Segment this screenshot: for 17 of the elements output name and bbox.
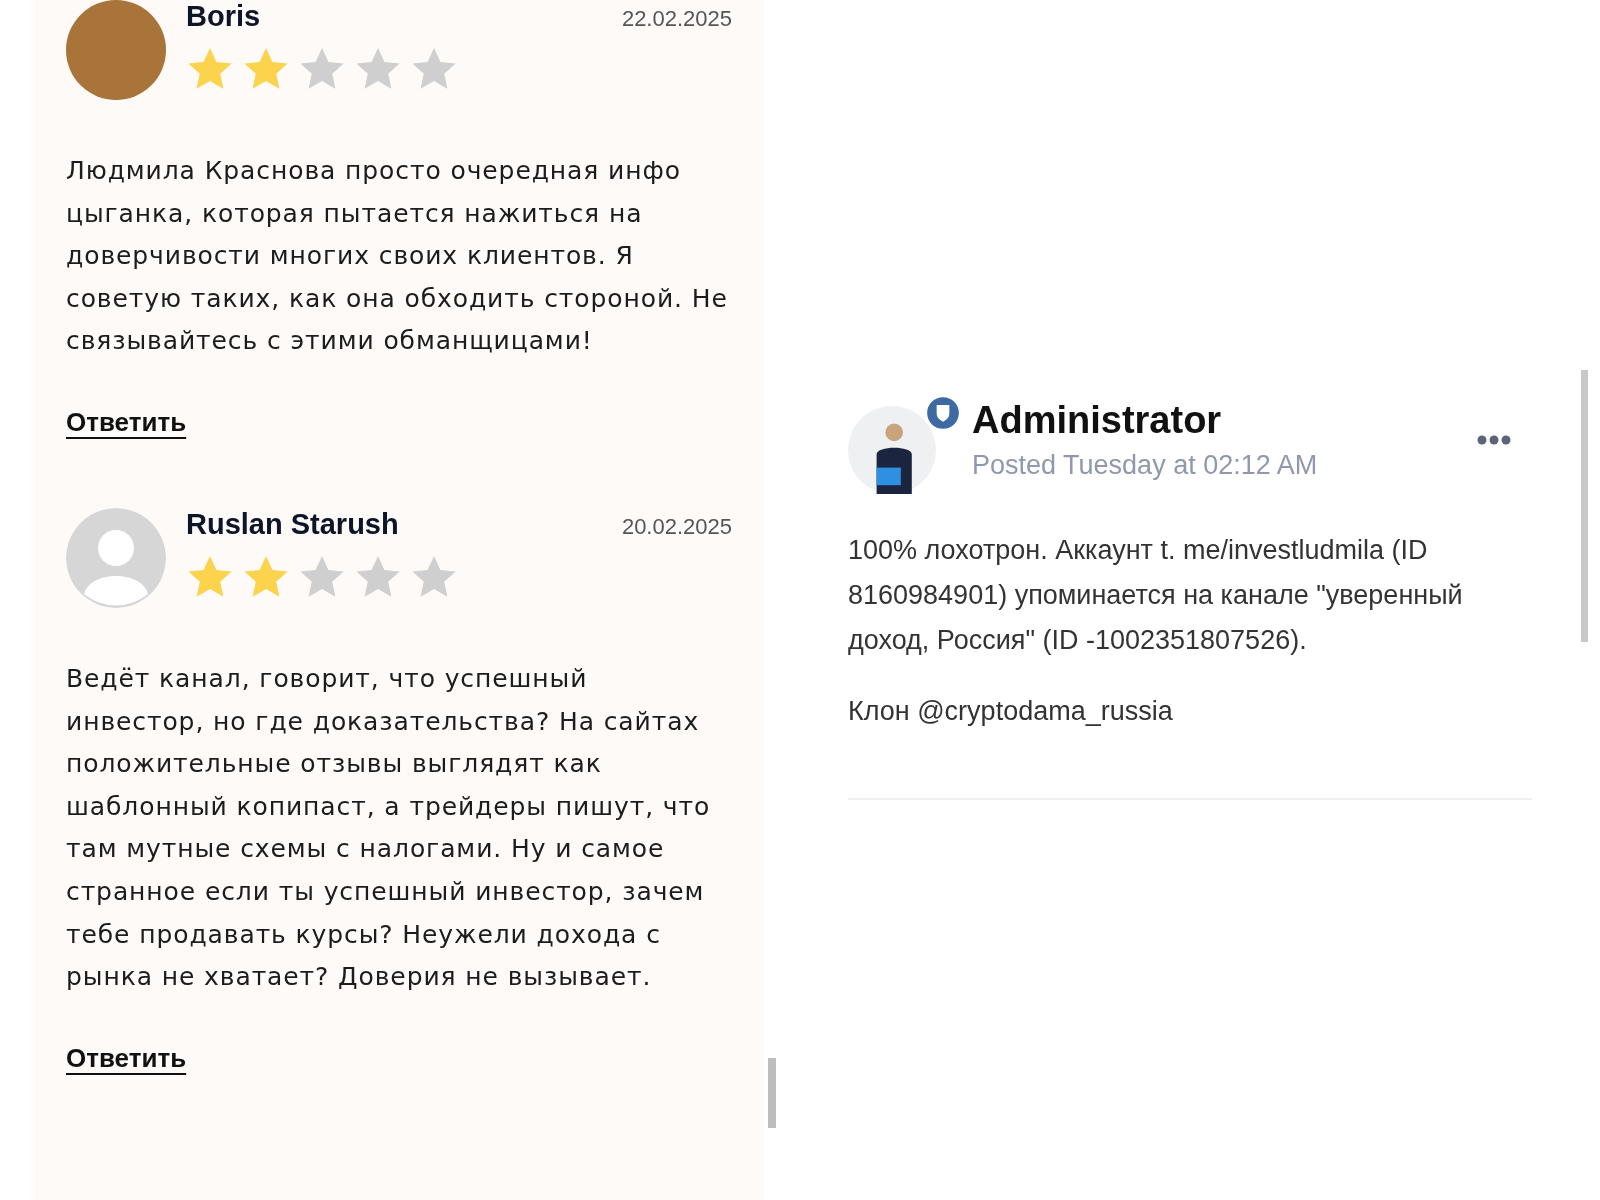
reply-link[interactable]: Ответить [66,406,187,438]
avatar-icon [66,507,166,608]
post-time: Posted Tuesday at 02:12 AM [972,450,1319,481]
post-text: Клон @cryptodama_russia [848,695,1174,728]
scrollbar[interactable] [768,1058,776,1128]
review-date: 22.02.2025 [621,6,732,32]
avatar-icon [848,406,936,494]
author-name: Boris [186,0,261,33]
review-text: Людмила Краснова просто очередная инфо цыганка, которая пытается нажиться на доверчивости многих своих клиентов. Я советую таких, как она обходить стороной. Не связывайтесь с этими обманщицами! [66,155,729,358]
more-options-icon[interactable] [1476,434,1512,446]
post-text: 100% лохотрон. Аккаунт t. me/investludmila (ID 8160984901) упоминается на канале "уверенный доход, Россия" (ID -1002351807526). [848,534,1464,657]
review-date: 20.02.2025 [621,513,732,540]
author-name: Administrator [972,399,1223,442]
review-text: Ведёт канал, говорит, что успешный инвестор, но где доказательства? На сайтах положительные отзывы выглядят как шаблонный копипаст, а трейдеры пишут, что там мутные схемы с налогами. Ну и самое странное если ты успешный инвестор, зачем тебе продавать курсы? Неужели дохода с рынка не хватает? Доверия не вызывает. [66,662,712,994]
author-name: Ruslan Starush [186,507,399,541]
scrollbar[interactable] [1581,370,1588,642]
reply-link[interactable]: Ответить [66,1042,187,1074]
